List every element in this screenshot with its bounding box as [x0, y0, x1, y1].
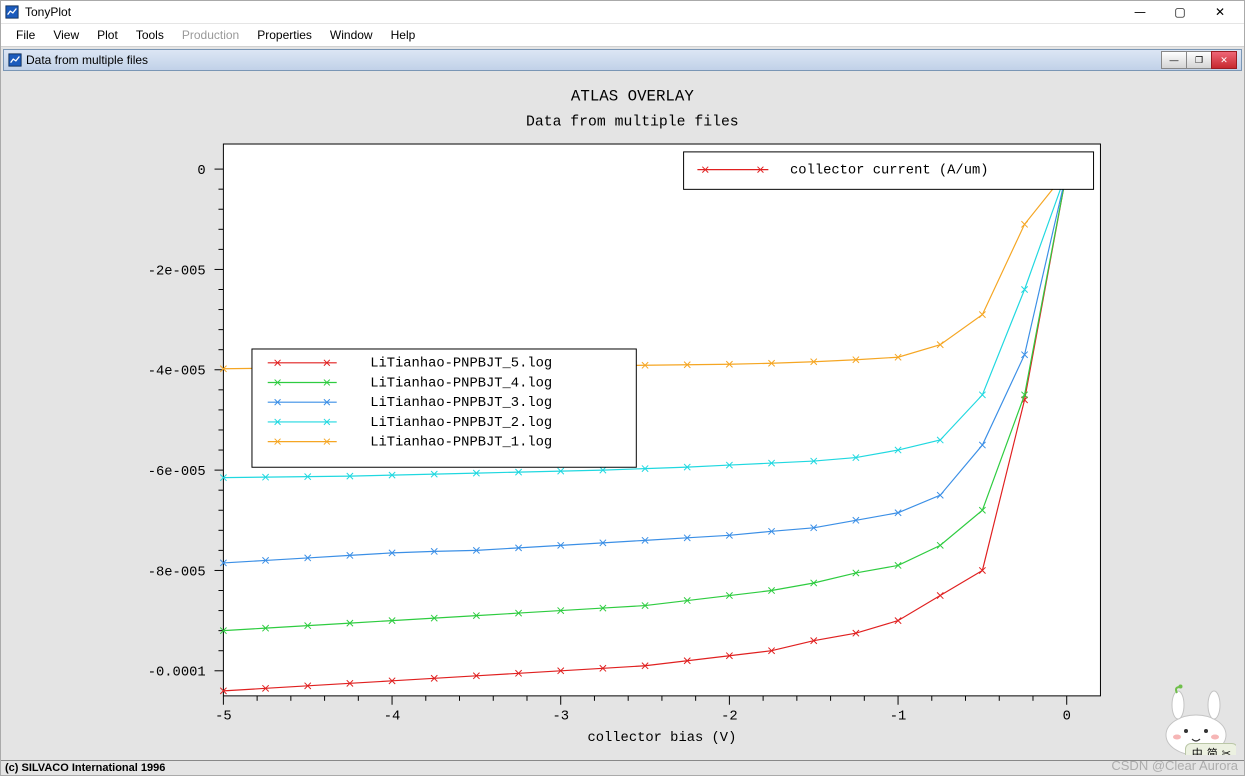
app-title: TonyPlot [25, 5, 1120, 19]
statusbar: (c) SILVACO International 1996 [1, 760, 1244, 775]
mdi-client: Data from multiple files — ❐ ✕ ATLAS OVE… [1, 47, 1244, 775]
y-tick-label: -2e-005 [148, 264, 206, 279]
legend-variable-label: collector current (A/um) [790, 163, 988, 179]
legend-series-label: LiTianhao-PNPBJT_4.log [370, 375, 552, 391]
legend-series-label: LiTianhao-PNPBJT_5.log [370, 356, 552, 372]
y-tick-label: -0.0001 [148, 666, 206, 681]
menu-view[interactable]: View [44, 26, 88, 44]
x-tick-label: -2 [721, 710, 738, 725]
ime-badge: 中 简 ✂ [1185, 743, 1236, 755]
child-maximize-button[interactable]: ❐ [1186, 51, 1212, 69]
status-text: (c) SILVACO International 1996 [5, 762, 165, 774]
app-icon [5, 5, 19, 19]
maximize-button[interactable]: ▢ [1160, 1, 1200, 23]
menu-properties[interactable]: Properties [248, 26, 321, 44]
child-titlebar: Data from multiple files — ❐ ✕ [3, 49, 1242, 71]
child-minimize-button[interactable]: — [1161, 51, 1187, 69]
chart-pane[interactable]: ATLAS OVERLAY Data from multiple files 0 -2… [9, 77, 1236, 755]
legend-series-label: LiTianhao-PNPBJT_1.log [370, 435, 552, 451]
x-axis-label: collector bias (V) [587, 730, 736, 746]
y-tick-label: -8e-005 [148, 565, 206, 580]
minimize-button[interactable]: — [1120, 1, 1160, 23]
svg-text:Data from multiple files: Data from multiple files [526, 114, 739, 130]
window-buttons: — ▢ ✕ [1120, 1, 1240, 23]
chart-icon [8, 53, 22, 67]
bunny-decoration: 中 简 ✂ [1156, 683, 1236, 755]
x-tick-label: 0 [1063, 710, 1071, 725]
child-window: Data from multiple files — ❐ ✕ ATLAS OVE… [3, 49, 1242, 761]
child-close-button[interactable]: ✕ [1211, 51, 1237, 69]
menu-plot[interactable]: Plot [88, 26, 127, 44]
menu-tools[interactable]: Tools [127, 26, 173, 44]
menu-window[interactable]: Window [321, 26, 382, 44]
legend-series-label: LiTianhao-PNPBJT_3.log [370, 395, 552, 411]
app-window: TonyPlot — ▢ ✕ FileViewPlotToolsProducti… [0, 0, 1245, 776]
menu-help[interactable]: Help [382, 26, 425, 44]
titlebar: TonyPlot — ▢ ✕ [1, 1, 1244, 24]
y-tick-label: -4e-005 [148, 365, 206, 380]
child-body: ATLAS OVERLAY Data from multiple files 0 -2… [3, 71, 1242, 761]
x-tick-label: -4 [384, 710, 401, 725]
legend-series-label: LiTianhao-PNPBJT_2.log [370, 415, 552, 431]
x-tick-label: -1 [890, 710, 907, 725]
menu-production: Production [173, 26, 248, 44]
child-title-text: Data from multiple files [26, 53, 1158, 67]
y-tick-label: -6e-005 [148, 465, 206, 480]
close-button[interactable]: ✕ [1200, 1, 1240, 23]
y-tick-label: 0 [197, 164, 205, 179]
chart-svg[interactable]: ATLAS OVERLAY Data from multiple files 0 -2… [9, 77, 1236, 755]
x-tick-label: -3 [552, 710, 569, 725]
svg-text:ATLAS OVERLAY: ATLAS OVERLAY [571, 88, 694, 106]
menu-file[interactable]: File [7, 26, 44, 44]
watermark: CSDN @Clear Aurora [1111, 758, 1238, 773]
x-tick-label: -5 [215, 710, 232, 725]
menubar: FileViewPlotToolsProductionPropertiesWin… [1, 24, 1244, 47]
